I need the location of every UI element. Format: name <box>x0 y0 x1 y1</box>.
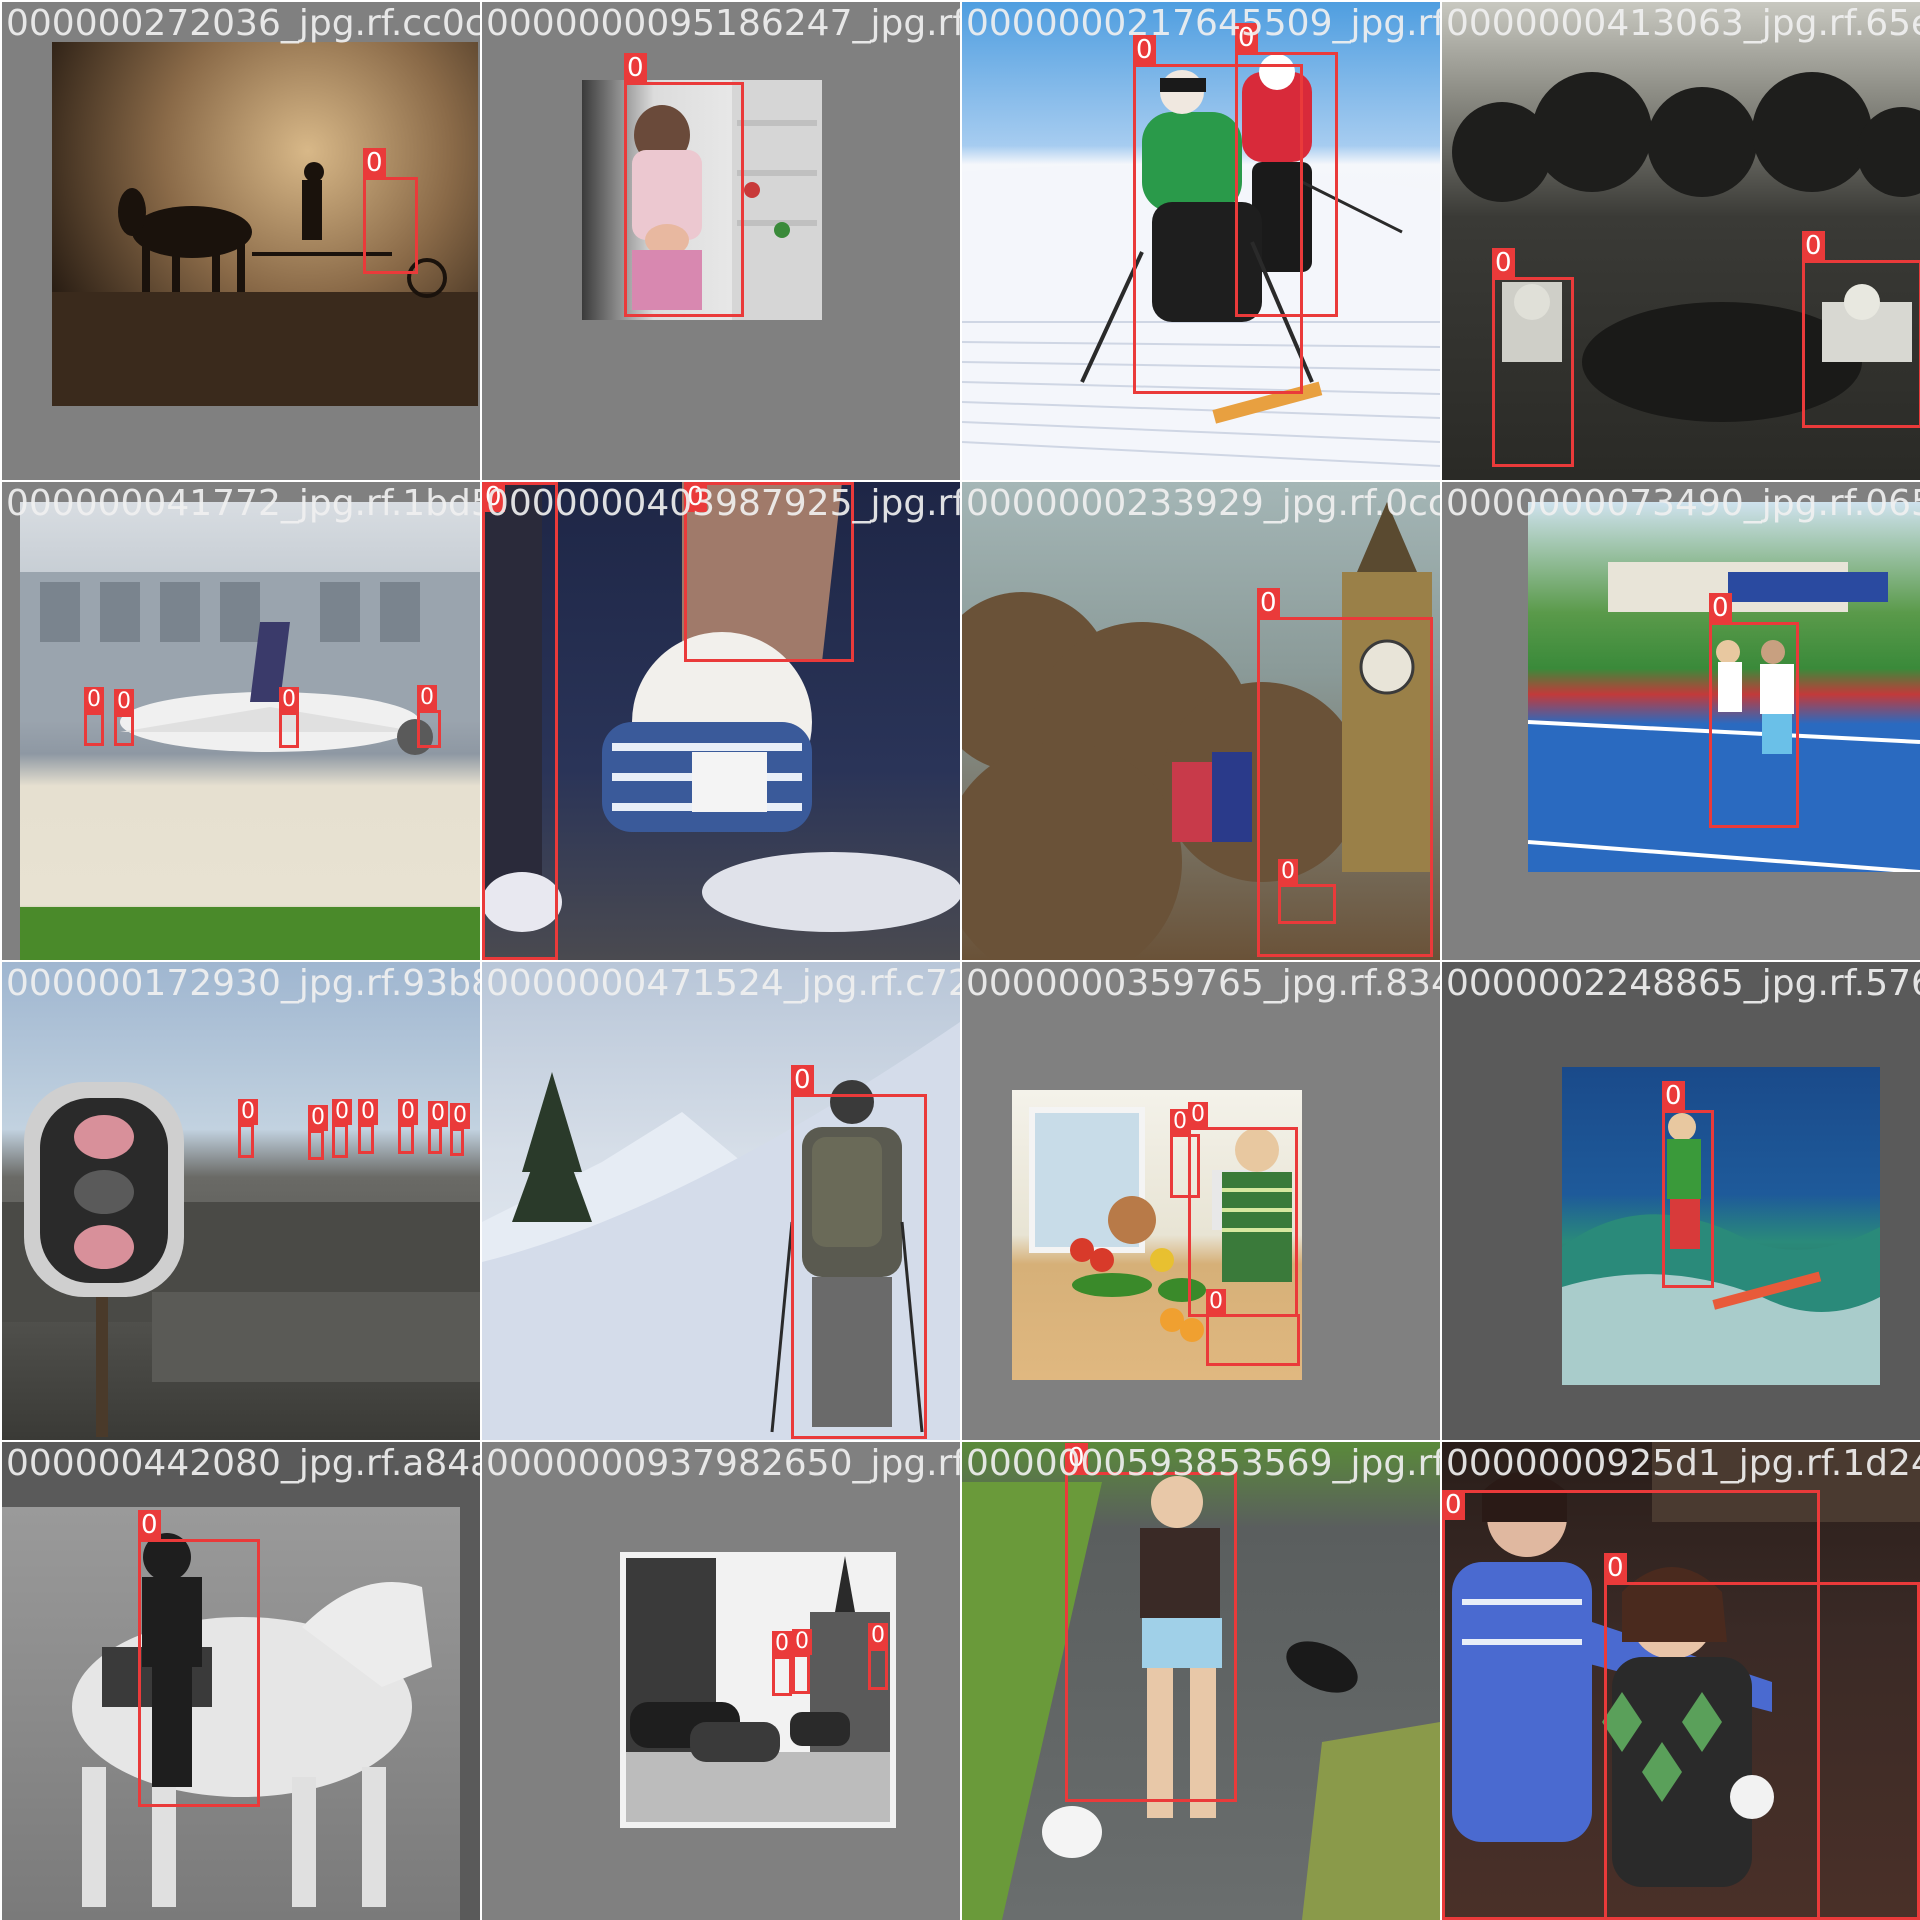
box-label: 0 <box>624 53 647 83</box>
bounding-box: 0 <box>792 1629 812 1694</box>
box-label: 0 <box>1133 35 1156 65</box>
box-label: 0 <box>114 689 134 715</box>
bounding-box: 0 <box>238 1099 258 1158</box>
box-label: 0 <box>482 482 505 512</box>
bounding-box: 0 <box>363 148 418 274</box>
tile-7: 0 0 0000000233929_jpg.rf.0cca4 <box>962 482 1440 960</box>
bounding-box: 0 <box>1709 593 1799 828</box>
bounding-box: 0 <box>1065 1443 1237 1802</box>
box-label: 0 <box>138 1510 161 1540</box>
bounding-box: 0 <box>1662 1081 1714 1288</box>
box-label: 0 <box>450 1103 470 1129</box>
box-label: 0 <box>358 1099 378 1125</box>
bounding-box: 0 <box>398 1099 418 1154</box>
tile-12: 0 0000002248865_jpg.rf.576c4 <box>1442 962 1920 1440</box>
tile-image <box>1562 1067 1880 1385</box>
tile-filename: 000000272036_jpg.rf.cc0c2 <box>6 3 480 44</box>
box-label: 0 <box>363 148 386 178</box>
box-label: 0 <box>791 1065 814 1095</box>
box-label: 0 <box>1442 1490 1465 1520</box>
box-label: 0 <box>84 687 104 713</box>
box-label: 0 <box>792 1629 812 1655</box>
tile-2: 0 0000000095186247_jpg.rf.1507fb <box>482 2 960 480</box>
bounding-box: 0 <box>482 482 558 960</box>
bounding-box: 0 <box>417 685 441 748</box>
bounding-box: 0 <box>358 1099 378 1154</box>
mosaic-grid: 0 000000272036_jpg.rf.cc0c2 0 0000000095… <box>0 0 1920 1920</box>
bounding-box: 0 <box>450 1103 470 1156</box>
bounding-box: 0 <box>428 1101 448 1154</box>
tile-1: 0 000000272036_jpg.rf.cc0c2 <box>2 2 480 480</box>
bounding-box: 0 <box>1206 1289 1300 1366</box>
box-label: 0 <box>1662 1081 1685 1111</box>
box-label: 0 <box>428 1101 448 1127</box>
bounding-box: 0 <box>1235 23 1338 317</box>
bounding-box: 0 <box>1802 231 1920 428</box>
box-label: 0 <box>332 1099 352 1125</box>
box-label: 0 <box>1604 1553 1627 1583</box>
box-label: 0 <box>279 687 299 713</box>
tile-filename: 0000000095186247_jpg.rf.1507fb <box>486 3 960 44</box>
tile-9: 0 0 0 0 0 0 0 000000172930_jpg.rf.93b80 <box>2 962 480 1440</box>
box-label: 0 <box>1278 859 1298 885</box>
box-label: 0 <box>772 1631 792 1657</box>
bounding-box: 0 <box>332 1099 352 1158</box>
box-label: 0 <box>1206 1289 1226 1315</box>
box-label: 0 <box>1235 23 1258 53</box>
box-label: 0 <box>238 1099 258 1125</box>
tile-5: 0 0 0 0 000000041772_jpg.rf.1bd56 <box>2 482 480 960</box>
bounding-box: 0 <box>624 53 744 317</box>
tile-8: 0 0000000073490_jpg.rf.06594 <box>1442 482 1920 960</box>
tile-4: 0 0 0000000413063_jpg.rf.65e90 <box>1442 2 1920 480</box>
box-label: 0 <box>417 685 437 711</box>
tile-11: 0 0 0 0000000359765_jpg.rf.83410 <box>962 962 1440 1440</box>
tile-image <box>620 1552 896 1828</box>
bounding-box: 0 <box>1604 1553 1920 1920</box>
bounding-box: 0 <box>1492 248 1574 467</box>
bounding-box: 0 <box>308 1105 328 1160</box>
tile-15: 0 0000000593853569_jpg.rf.9bd58 <box>962 1442 1440 1920</box>
tile-image <box>2 962 480 1440</box>
box-label: 0 <box>1709 593 1732 623</box>
bounding-box: 0 <box>868 1623 888 1690</box>
box-label: 0 <box>308 1105 328 1131</box>
bounding-box: 0 <box>279 687 299 748</box>
bounding-box: 0 <box>1188 1102 1298 1317</box>
bounding-box: 0 <box>138 1510 260 1807</box>
tile-3: 0 0 0000000217645509_jpg.rf.7805f <box>962 2 1440 480</box>
box-label: 0 <box>1802 231 1825 261</box>
box-label: 0 <box>398 1099 418 1125</box>
tile-filename: 0000000359765_jpg.rf.83410 <box>966 963 1440 1004</box>
tile-16: 0 0 0000000925d1_jpg.rf.1d241 <box>1442 1442 1920 1920</box>
bounding-box: 0 <box>791 1065 927 1439</box>
tile-filename: 0000002248865_jpg.rf.576c4 <box>1446 963 1920 1004</box>
tile-14: 0 0 0 0000000937982650_jpg.rf.3af11 <box>482 1442 960 1920</box>
tile-13: 0 000000442080_jpg.rf.a84a1 <box>2 1442 480 1920</box>
bounding-box: 0 <box>84 687 104 746</box>
tile-filename: 0000000937982650_jpg.rf.3af11 <box>486 1443 960 1484</box>
bounding-box: 0 <box>114 689 134 746</box>
bounding-box: 0 <box>684 482 854 662</box>
box-label: 0 <box>1188 1102 1208 1128</box>
box-label: 0 <box>868 1623 888 1649</box>
box-label: 0 <box>1257 588 1280 618</box>
tile-filename: 000000442080_jpg.rf.a84a1 <box>6 1443 480 1484</box>
box-label: 0 <box>684 482 707 512</box>
box-label: 0 <box>1170 1109 1190 1135</box>
bounding-box: 0 <box>1278 859 1336 924</box>
tile-10: 0 0000000471524_jpg.rf.c72fbf <box>482 962 960 1440</box>
box-label: 0 <box>1492 248 1515 278</box>
bounding-box: 0 <box>772 1631 792 1696</box>
tile-6: 0 0 0000000403987925_jpg.rf.3adbd <box>482 482 960 960</box>
box-label: 0 <box>1065 1443 1088 1473</box>
